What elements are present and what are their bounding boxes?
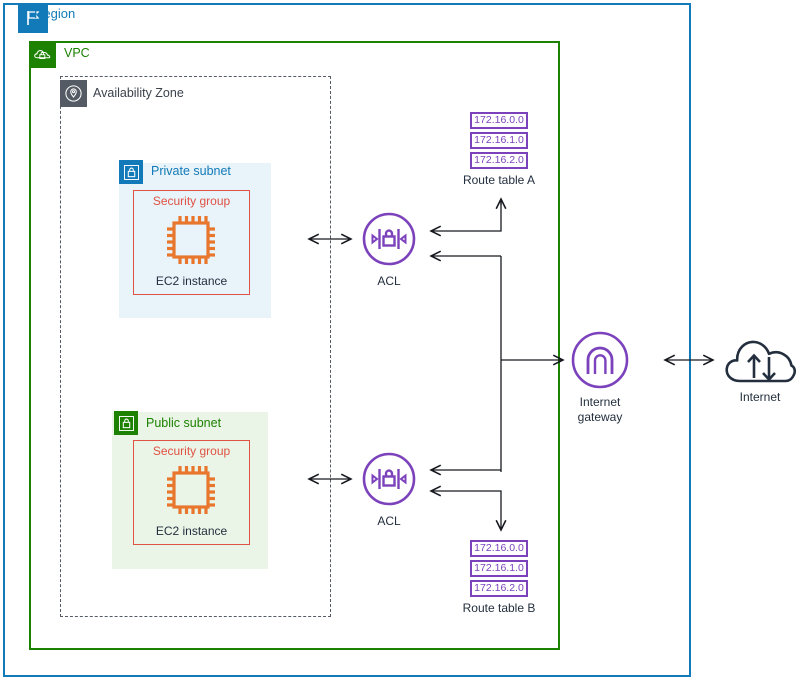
diagram-canvas: Region VPC Availability Zone Private sub… [0, 0, 799, 681]
internet-gateway-label: Internet gateway [556, 395, 644, 425]
route-entry: 172.16.2.0 [470, 152, 528, 169]
internet-gateway-label-line1: Internet [579, 395, 621, 409]
route-entry: 172.16.1.0 [470, 560, 528, 577]
availability-zone-label: Availability Zone [93, 86, 184, 100]
internet-gateway-icon [570, 330, 630, 390]
route-table-a-title: Route table A [462, 173, 536, 187]
route-entry: 172.16.2.0 [470, 580, 528, 597]
internet-label: Internet [739, 390, 781, 404]
route-table-b: 172.16.0.0 172.16.1.0 172.16.2.0 Route t… [444, 540, 554, 615]
ec2-chip-icon [163, 212, 219, 268]
route-table-b-title: Route table B [462, 601, 536, 615]
acl-bottom-label: ACL [377, 514, 401, 528]
route-entry: 172.16.0.0 [470, 540, 528, 557]
vpc-label: VPC [64, 46, 90, 60]
acl-top-label: ACL [377, 274, 401, 288]
route-entry: 172.16.1.0 [470, 132, 528, 149]
public-subnet-label: Public subnet [146, 416, 222, 430]
private-subnet-label: Private subnet [151, 164, 231, 178]
private-ec2-instance-label: EC2 instance [155, 274, 228, 288]
acl-lock-icon [361, 211, 417, 267]
internet-cloud-arrows-icon [723, 335, 797, 389]
region-label: Region [34, 6, 76, 21]
route-table-a: 172.16.0.0 172.16.1.0 172.16.2.0 Route t… [444, 112, 554, 187]
public-security-group-label: Security group [152, 444, 231, 458]
public-ec2-instance-label: EC2 instance [155, 524, 228, 538]
internet-gateway-label-line2: gateway [577, 410, 623, 424]
private-security-group-label: Security group [152, 194, 231, 208]
private-subnet-lock-icon [119, 160, 143, 184]
vpc-cloud-lock-icon [29, 41, 56, 68]
availability-zone-pin-icon [60, 80, 87, 107]
public-subnet-lock-icon [114, 411, 138, 435]
ec2-chip-icon [163, 462, 219, 518]
acl-lock-icon [361, 451, 417, 507]
route-entry: 172.16.0.0 [470, 112, 528, 129]
